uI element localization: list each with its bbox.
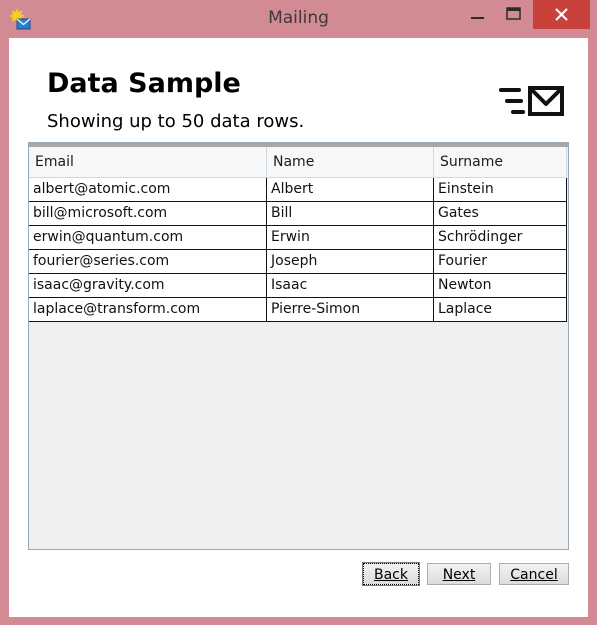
close-button[interactable] — [533, 0, 590, 29]
page-subtitle: Showing up to 50 data rows. — [47, 111, 305, 132]
minimize-icon[interactable] — [463, 0, 493, 29]
surname-cell: Laplace — [434, 298, 567, 321]
mailing-window: Mailing Data Sample Showing up to 50 dat… — [0, 0, 597, 625]
column-header-name[interactable]: Name — [267, 147, 434, 177]
wizard-page: Data Sample Showing up to 50 data rows. … — [9, 38, 588, 617]
table-row[interactable]: fourier@series.com Joseph Fourier — [29, 250, 567, 274]
table-row[interactable]: laplace@transform.com Pierre-Simon Lapla… — [29, 298, 567, 322]
column-header-email[interactable]: Email — [29, 147, 267, 177]
surname-cell: Gates — [434, 202, 567, 225]
table-row[interactable]: bill@microsoft.com Bill Gates — [29, 202, 567, 226]
back-button[interactable]: Back — [362, 562, 420, 586]
email-cell: laplace@transform.com — [29, 298, 267, 321]
email-cell: fourier@series.com — [29, 250, 267, 273]
email-cell: isaac@gravity.com — [29, 274, 267, 297]
mail-send-icon — [499, 86, 564, 116]
name-cell: Erwin — [267, 226, 434, 249]
maximize-icon[interactable] — [497, 0, 529, 29]
cancel-button-label: Cancel — [510, 567, 558, 583]
table-row[interactable]: albert@atomic.com Albert Einstein — [29, 178, 567, 202]
title-bar[interactable]: Mailing — [0, 0, 597, 38]
surname-cell: Einstein — [434, 178, 567, 201]
surname-cell: Newton — [434, 274, 567, 297]
column-header-surname[interactable]: Surname — [434, 147, 567, 177]
table-row[interactable]: erwin@quantum.com Erwin Schrödinger — [29, 226, 567, 250]
back-button-label: Back — [374, 567, 408, 583]
surname-cell: Schrödinger — [434, 226, 567, 249]
close-icon — [555, 8, 568, 21]
next-button[interactable]: Next — [427, 563, 491, 585]
page-title: Data Sample — [47, 68, 241, 99]
name-cell: Pierre-Simon — [267, 298, 434, 321]
grid-header: Email Name Surname — [29, 147, 567, 178]
next-button-label: Next — [442, 567, 476, 583]
table-row[interactable]: isaac@gravity.com Isaac Newton — [29, 274, 567, 298]
name-cell: Joseph — [267, 250, 434, 273]
name-cell: Isaac — [267, 274, 434, 297]
surname-cell: Fourier — [434, 250, 567, 273]
email-cell: bill@microsoft.com — [29, 202, 267, 225]
email-cell: erwin@quantum.com — [29, 226, 267, 249]
grid-rows: albert@atomic.com Albert Einstein bill@m… — [29, 178, 567, 322]
data-sample-grid[interactable]: Email Name Surname albert@atomic.com Alb… — [28, 142, 569, 550]
cancel-button[interactable]: Cancel — [499, 563, 569, 585]
name-cell: Albert — [267, 178, 434, 201]
email-cell: albert@atomic.com — [29, 178, 267, 201]
name-cell: Bill — [267, 202, 434, 225]
